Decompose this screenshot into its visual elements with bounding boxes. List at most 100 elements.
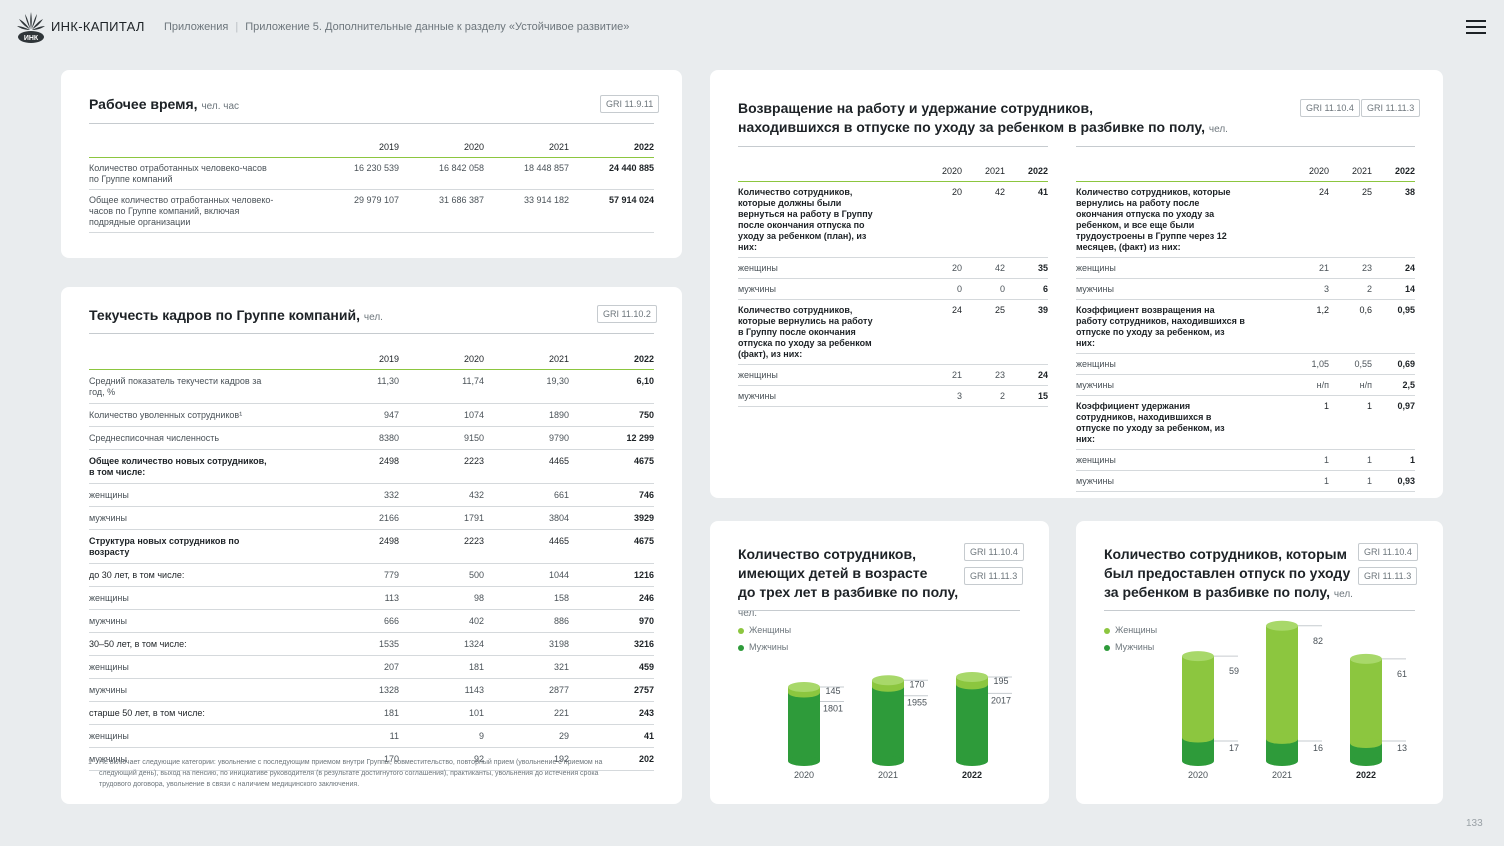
row-value: 98 (399, 586, 484, 610)
row-label: мужчины (1076, 278, 1286, 300)
table-row: старше 50 лет, в том числе: 181 101 221 243 (89, 701, 654, 725)
return-left-table: 2020 2021 2022 Количество сотрудников, кото… (738, 157, 1048, 407)
row-value: 4675 (569, 449, 654, 484)
row-value: 1 (1286, 470, 1329, 492)
row-value: 9790 (484, 426, 569, 450)
table-row: женщины 20 42 35 (738, 257, 1048, 279)
row-value: 332 (314, 483, 399, 507)
data-label-men: 2017 (991, 695, 1011, 705)
turnover-footnote: 1 Не включает следующие категории: увольн… (88, 759, 603, 788)
hamburger-menu-icon[interactable] (1466, 20, 1486, 34)
table-row: Коэффициент возвращения на работу сотруд… (1076, 299, 1415, 354)
row-value: 4465 (484, 529, 569, 564)
row-label: Количество сотрудников, которые вернулис… (1076, 181, 1286, 258)
row-value: 41 (1005, 181, 1048, 258)
table-row: женщины 113 98 158 246 (89, 586, 654, 610)
gri-badge: GRI 11.11.3 (1358, 567, 1418, 585)
row-value: 1216 (569, 563, 654, 587)
table-row: Количество уволенных сотрудников¹ 947 1074… (89, 403, 654, 427)
row-value: 1074 (399, 403, 484, 427)
row-value: 0,95 (1372, 299, 1415, 354)
row-value: 24 (1372, 257, 1415, 279)
row-value: 459 (569, 655, 654, 679)
row-value: 8380 (314, 426, 399, 450)
row-value: 666 (314, 609, 399, 633)
row-value: 9150 (399, 426, 484, 450)
row-value: 4465 (484, 449, 569, 484)
table-row: женщины 21 23 24 (738, 364, 1048, 386)
row-value: 779 (314, 563, 399, 587)
breadcrumb-item-appendices[interactable]: Приложения (164, 21, 228, 33)
table-row: Количество отработанных человеко-часов п… (89, 157, 654, 190)
row-value: 9 (399, 724, 484, 748)
bar-women-top (1350, 653, 1382, 664)
table-row: женщины 207 181 321 459 (89, 655, 654, 679)
gri-badge: GRI 11.10.2 (597, 305, 657, 323)
category-tick-label: 2022 (1356, 770, 1376, 780)
bar-men-base (956, 756, 988, 766)
row-value: 23 (962, 364, 1005, 386)
row-value: 321 (484, 655, 569, 679)
row-value: 4675 (569, 529, 654, 564)
row-value: 2877 (484, 678, 569, 702)
row-value: 41 (569, 724, 654, 748)
row-value: 2757 (569, 678, 654, 702)
bar-women-top (956, 671, 988, 682)
row-value: 20 (919, 181, 962, 258)
table-row: женщины 1 1 1 (1076, 449, 1415, 471)
row-value: 750 (569, 403, 654, 427)
gri-badge: GRI 11.11.3 (964, 567, 1024, 585)
year-header: 2022 (1372, 157, 1415, 182)
bar-women-top (788, 682, 820, 693)
row-value: 2498 (314, 449, 399, 484)
chart2-plot: 59 17 2020 82 16 2021 61 13 2022 (1182, 620, 1407, 780)
bar-women-base (1182, 732, 1214, 743)
table-row: до 30 лет, в том числе: 779 500 1044 1216 (89, 563, 654, 587)
gri-badge: GRI 11.10.4 (964, 543, 1024, 561)
row-value: 500 (399, 563, 484, 587)
year-header: 2022 (569, 133, 654, 158)
year-header: 2019 (314, 133, 399, 158)
brand-name: ИНК-КАПИТАЛ (51, 19, 145, 34)
year-header: 2019 (314, 345, 399, 370)
children-chart-card: Количество сотрудников, имеющих детей в в… (710, 521, 1049, 804)
bar-men-base (1350, 756, 1382, 766)
company-logo-icon[interactable]: ИНК (16, 10, 46, 44)
top-bar: ИНК ИНК-КАПИТАЛ Приложения | Приложение 5.… (0, 0, 1504, 56)
bar-women-top (1182, 651, 1214, 662)
row-value: 1 (1372, 449, 1415, 471)
row-value: 1,2 (1286, 299, 1329, 354)
table-row: Общее количество отработанных человеко-ч… (89, 189, 654, 233)
row-label: мужчины (738, 385, 919, 407)
table-row: женщины 332 432 661 746 (89, 483, 654, 507)
row-value: 24 (1286, 181, 1329, 258)
row-value: 1 (1286, 449, 1329, 471)
row-label: мужчины (1076, 374, 1286, 396)
year-header: 2022 (569, 345, 654, 370)
row-value: 101 (399, 701, 484, 725)
row-value: 970 (569, 609, 654, 633)
row-value: 31 686 387 (399, 189, 484, 233)
row-value: 29 979 107 (314, 189, 399, 233)
table-row: мужчины 1 1 0,93 (1076, 470, 1415, 492)
year-header: 2020 (919, 157, 962, 182)
year-header: 2021 (962, 157, 1005, 182)
row-value: 2 (1329, 278, 1372, 300)
row-value: 33 914 182 (484, 189, 569, 233)
row-value: 1328 (314, 678, 399, 702)
row-value: 11,30 (314, 369, 399, 404)
data-label-men: 1801 (823, 704, 843, 714)
row-value: 2223 (399, 529, 484, 564)
breadcrumb-item-current[interactable]: Приложение 5. Дополнительные данные к ра… (245, 21, 629, 33)
table-row: Средний показатель текучести кадров за г… (89, 369, 654, 404)
row-value: 246 (569, 586, 654, 610)
row-value: 2166 (314, 506, 399, 530)
row-value: н/п (1329, 374, 1372, 396)
row-value: 113 (314, 586, 399, 610)
row-label: Коэффициент возвращения на работу сотруд… (1076, 299, 1286, 354)
row-value: 23 (1329, 257, 1372, 279)
return-right-table: 2020 2021 2022 Количество сотрудников, кото… (1076, 157, 1415, 492)
row-value: 661 (484, 483, 569, 507)
row-value: 24 440 885 (569, 157, 654, 190)
row-value: 3198 (484, 632, 569, 656)
